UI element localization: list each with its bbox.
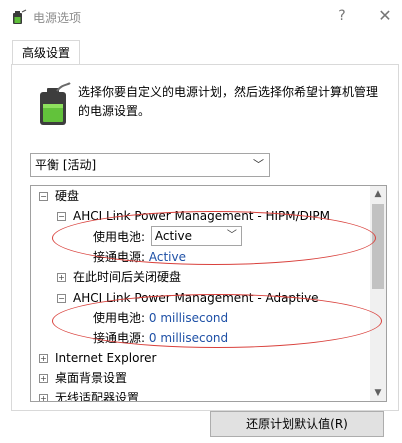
power-plan-value: 平衡 [活动]: [35, 158, 97, 172]
collapse-icon[interactable]: −: [57, 212, 66, 221]
tree-scrollbar[interactable]: ▲ ▼: [370, 186, 386, 401]
tree-item-label: 桌面背景设置: [55, 371, 128, 385]
close-button[interactable]: ✕: [375, 6, 395, 26]
restore-defaults-button[interactable]: 还原计划默认值(R): [210, 411, 384, 437]
collapse-icon[interactable]: −: [57, 294, 66, 303]
tree-item-label: Internet Explorer: [55, 351, 157, 365]
battery-plug-icon: [13, 9, 27, 24]
tree-item-desktop-bg[interactable]: + 桌面背景设置: [39, 368, 127, 388]
annotation-ellipse-hipm: [52, 211, 376, 265]
battery-icon: [40, 82, 71, 125]
expand-icon[interactable]: +: [39, 394, 48, 401]
tree-item-label: 无线适配器设置: [55, 391, 140, 402]
title-bar: 电源选项 ? ✕: [0, 0, 402, 34]
scroll-up-icon[interactable]: ▲: [370, 186, 386, 202]
chevron-down-icon: ﹀: [253, 158, 264, 171]
scroll-thumb[interactable]: [372, 204, 384, 289]
tree-item-label: 硬盘: [55, 189, 80, 203]
annotation-ellipse-adaptive: [52, 294, 382, 348]
help-button[interactable]: ?: [332, 6, 352, 26]
description-text: 选择你要自定义的电源计划，然后选择你希望计算机管理的电源设置。: [78, 85, 379, 118]
tree-item-ie[interactable]: + Internet Explorer: [39, 348, 156, 368]
tree-item-disk[interactable]: − 硬盘: [39, 186, 79, 206]
tree-item-disk-off[interactable]: + 在此时间后关闭硬盘: [57, 267, 181, 287]
window-title: 电源选项: [33, 11, 82, 25]
collapse-icon[interactable]: −: [39, 192, 48, 201]
tab-strip: 高级设置: [0, 40, 402, 65]
expand-icon[interactable]: +: [39, 354, 48, 363]
tree-item-label: 在此时间后关闭硬盘: [73, 270, 182, 284]
tree-item-wireless[interactable]: + 无线适配器设置: [39, 388, 140, 402]
expand-icon[interactable]: +: [39, 374, 48, 383]
power-plan-select[interactable]: 平衡 [活动] ﹀: [30, 153, 270, 177]
scroll-down-icon[interactable]: ▼: [370, 385, 386, 401]
tab-advanced-settings[interactable]: 高级设置: [12, 40, 80, 65]
expand-icon[interactable]: +: [57, 273, 66, 282]
